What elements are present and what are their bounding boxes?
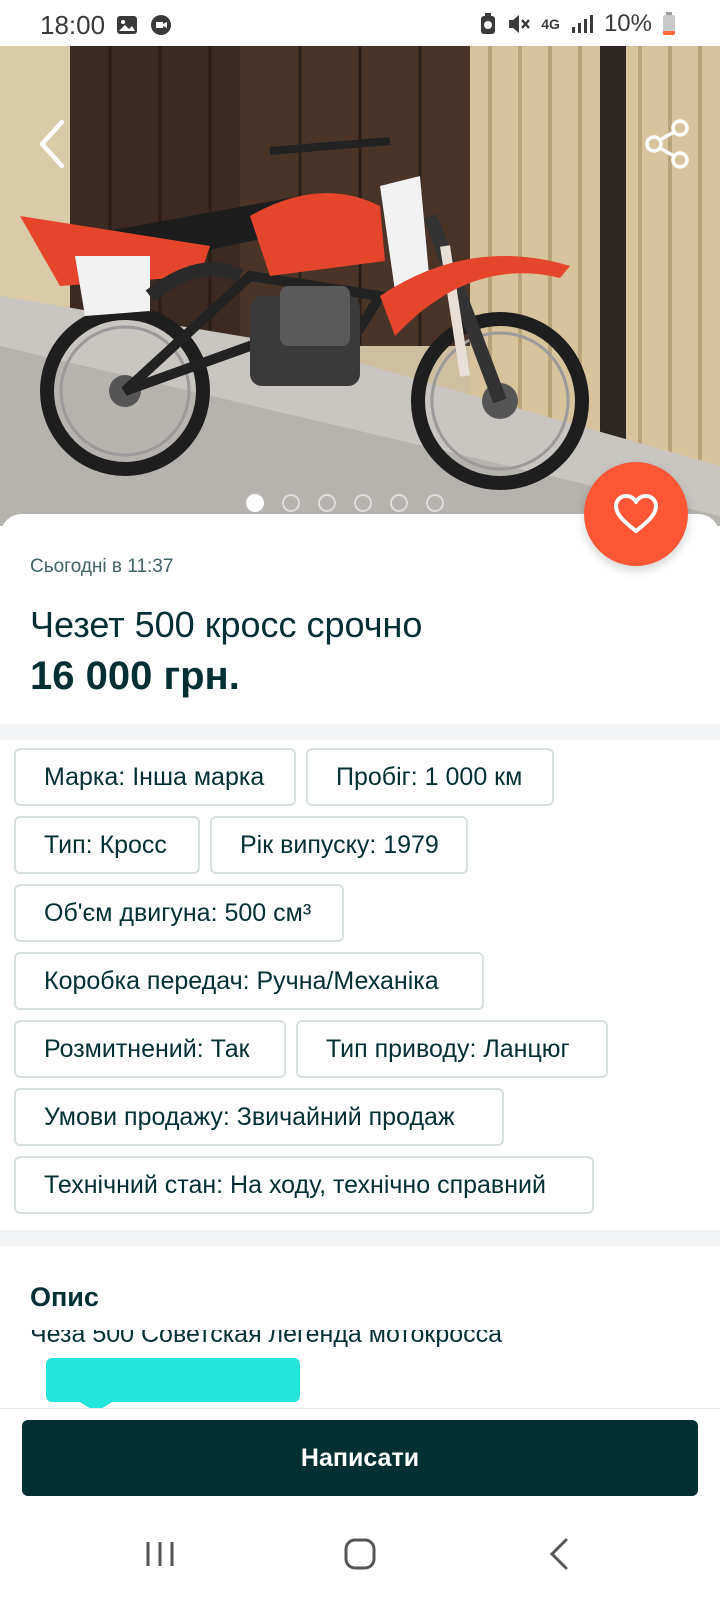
description-heading: Опис	[30, 1282, 99, 1312]
listing-title: Чезет 500 кросс срочно	[30, 604, 423, 645]
back-button[interactable]	[30, 116, 78, 172]
system-nav-bar	[0, 1508, 720, 1600]
gallery-dot[interactable]	[354, 494, 372, 512]
chevron-left-icon	[39, 119, 65, 169]
param-tag: Рік випуску: 1979	[210, 816, 468, 874]
listing-price: 16 000 грн.	[30, 654, 240, 698]
description-text-content: Чеза 500 Советская легенда мотокросса	[30, 1330, 503, 1348]
battery-saver-icon	[481, 13, 496, 34]
network-4g-icon: 4G	[541, 16, 560, 32]
param-tag: Коробка передач: Ручна/Механіка	[14, 952, 484, 1010]
write-message-button[interactable]: Написати	[22, 1420, 698, 1496]
back-arrow-icon	[549, 1538, 568, 1570]
motorcycle-photo	[0, 46, 720, 526]
section-divider	[0, 724, 720, 740]
gallery-dot[interactable]	[318, 494, 336, 512]
posted-date: Сьогодні в 11:37	[30, 556, 174, 577]
section-divider	[0, 1230, 720, 1246]
favorite-button[interactable]	[584, 462, 688, 566]
status-time: 18:00	[40, 10, 106, 40]
gallery-dot[interactable]	[426, 494, 444, 512]
param-tag: Тип приводу: Ланцюг	[296, 1020, 608, 1078]
listing-photo-gallery[interactable]	[0, 46, 720, 526]
param-tag: Об'єм двигуна: 500 см³	[14, 884, 344, 942]
gallery-pagination[interactable]	[246, 494, 444, 512]
signal-icon	[571, 15, 593, 33]
param-tag: Тип: Кросс	[14, 816, 200, 874]
gallery-dot[interactable]	[282, 494, 300, 512]
param-tag: Марка: Інша марка	[14, 748, 296, 806]
heart-icon	[614, 494, 658, 533]
share-icon	[645, 119, 689, 169]
battery-percent: 10%	[603, 10, 652, 37]
status-bar: 18:00 4G 10%	[0, 0, 720, 48]
param-tag: Умови продажу: Звичайний продаж	[14, 1088, 504, 1146]
gallery-dot[interactable]	[246, 494, 264, 512]
mute-icon	[509, 15, 531, 33]
recent-apps-icon	[146, 1542, 174, 1566]
description-text: Чеза 500 Советская легенда мотокросса	[30, 1330, 690, 1352]
gallery-dot[interactable]	[390, 494, 408, 512]
gallery-icon	[117, 16, 137, 34]
param-tag: Пробіг: 1 000 км	[306, 748, 554, 806]
param-tag: Технічний стан: На ходу, технічно справн…	[14, 1156, 594, 1214]
param-tag: Розмитнений: Так	[14, 1020, 286, 1078]
share-button[interactable]	[642, 118, 694, 170]
nav-back-button[interactable]	[530, 1534, 590, 1574]
recent-apps-button[interactable]	[130, 1534, 190, 1574]
battery-icon	[663, 12, 675, 35]
record-icon	[151, 15, 171, 35]
home-icon	[344, 1538, 376, 1570]
home-button[interactable]	[330, 1534, 390, 1574]
onboarding-tooltip[interactable]	[46, 1358, 300, 1412]
